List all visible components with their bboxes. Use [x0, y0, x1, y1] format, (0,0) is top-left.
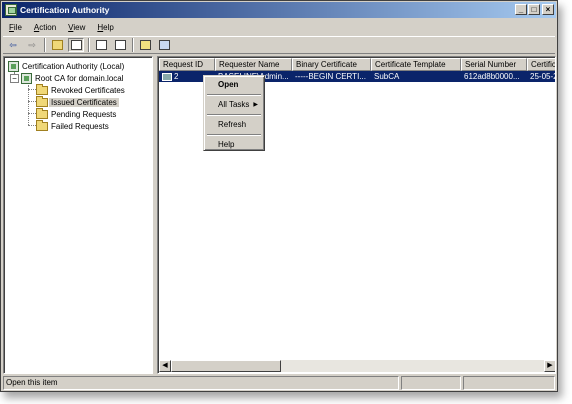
- column-header-serial-number[interactable]: Serial Number: [461, 58, 527, 71]
- menu-help[interactable]: Help: [91, 23, 119, 32]
- context-menu: Open All Tasks ▶ Refresh Help: [203, 75, 265, 151]
- ca-server-icon: [21, 72, 32, 84]
- certification-authority-icon: [8, 60, 19, 72]
- toolbar-separator: [44, 38, 46, 52]
- tree-label: Revoked Certificates: [51, 85, 125, 95]
- forward-icon[interactable]: ⇨: [24, 38, 40, 52]
- show-hide-tree-icon[interactable]: [68, 38, 84, 52]
- horizontal-scrollbar[interactable]: ◀ ▶: [159, 360, 555, 372]
- window-controls: _ □ ×: [514, 4, 554, 15]
- maximize-button[interactable]: □: [528, 4, 540, 15]
- tree-label: Issued Certificates: [49, 97, 119, 107]
- tree-item-issued[interactable]: Issued Certificates: [36, 95, 119, 108]
- column-header-certificate-template[interactable]: Certificate Template: [371, 58, 461, 71]
- column-header-binary-certificate[interactable]: Binary Certificate: [292, 58, 371, 71]
- status-text: Open this item: [3, 376, 399, 390]
- close-button[interactable]: ×: [542, 4, 554, 15]
- certificate-icon: [162, 72, 172, 81]
- certification-authority-icon[interactable]: [5, 4, 17, 16]
- tree-label: Failed Requests: [51, 121, 109, 131]
- folder-icon: [36, 107, 48, 119]
- tree-item-revoked[interactable]: Revoked Certificates: [36, 83, 125, 96]
- properties-icon[interactable]: [93, 38, 109, 52]
- console-icon[interactable]: [156, 38, 172, 52]
- cell-serial-number: 612ad8b0000...: [464, 72, 520, 81]
- menu-view[interactable]: View: [62, 23, 91, 32]
- cell-binary-certificate: -----BEGIN CERTI...: [295, 72, 366, 81]
- export-list-icon[interactable]: [112, 38, 128, 52]
- toolbar: ⇦ ⇨: [3, 36, 555, 54]
- up-folder-icon[interactable]: [49, 38, 65, 52]
- menu-separator: [207, 114, 261, 116]
- context-menu-refresh[interactable]: Refresh: [206, 118, 262, 132]
- toolbar-separator: [132, 38, 134, 52]
- console-tree[interactable]: Certification Authority (Local) − Root C…: [3, 56, 153, 374]
- cell-certificate-date: 25-05-2: [530, 72, 556, 81]
- status-bar: Open this item: [3, 376, 555, 390]
- tree-label: Pending Requests: [51, 109, 117, 119]
- scroll-track[interactable]: [281, 360, 544, 372]
- menu-bar: File Action View Help: [3, 19, 555, 35]
- scroll-right-button[interactable]: ▶: [544, 360, 555, 372]
- column-header-request-id[interactable]: Request ID: [159, 58, 215, 71]
- column-header-certificate-date[interactable]: Certifica: [527, 58, 555, 71]
- tree-label: Root CA for domain.local: [35, 73, 124, 83]
- status-panel-3: [463, 376, 555, 390]
- scroll-thumb[interactable]: [171, 360, 281, 372]
- tree-item-failed[interactable]: Failed Requests: [36, 119, 109, 132]
- mmc-window: Certification Authority _ □ × File Actio…: [0, 0, 558, 392]
- menu-file[interactable]: File: [3, 23, 28, 32]
- context-menu-all-tasks[interactable]: All Tasks ▶: [206, 98, 262, 112]
- window-title: Certification Authority: [20, 5, 110, 15]
- submenu-arrow-icon: ▶: [253, 102, 258, 108]
- menu-action[interactable]: Action: [28, 23, 62, 32]
- tree-item-pending[interactable]: Pending Requests: [36, 107, 117, 120]
- status-panel-2: [401, 376, 461, 390]
- folder-icon: [36, 95, 48, 107]
- context-menu-open[interactable]: Open: [206, 78, 262, 92]
- collapse-icon[interactable]: −: [10, 73, 19, 83]
- minimize-button[interactable]: _: [515, 4, 527, 15]
- toolbar-separator: [88, 38, 90, 52]
- tree-label: Certification Authority (Local): [22, 61, 125, 71]
- menu-separator: [207, 94, 261, 96]
- tree-item-root[interactable]: Certification Authority (Local): [8, 60, 124, 72]
- tree-item-ca[interactable]: − Root CA for domain.local: [10, 72, 124, 84]
- list-header: Request ID Requester Name Binary Certifi…: [159, 58, 555, 71]
- help-icon[interactable]: [137, 38, 153, 52]
- title-bar[interactable]: Certification Authority _ □ ×: [2, 2, 556, 18]
- folder-icon: [36, 119, 48, 131]
- menu-separator: [207, 134, 261, 136]
- folder-icon: [36, 83, 48, 95]
- scroll-left-button[interactable]: ◀: [159, 360, 171, 372]
- column-header-requester-name[interactable]: Requester Name: [215, 58, 292, 71]
- context-menu-help[interactable]: Help: [206, 138, 262, 152]
- cell-certificate-template: SubCA: [374, 72, 400, 81]
- back-icon[interactable]: ⇦: [5, 38, 21, 52]
